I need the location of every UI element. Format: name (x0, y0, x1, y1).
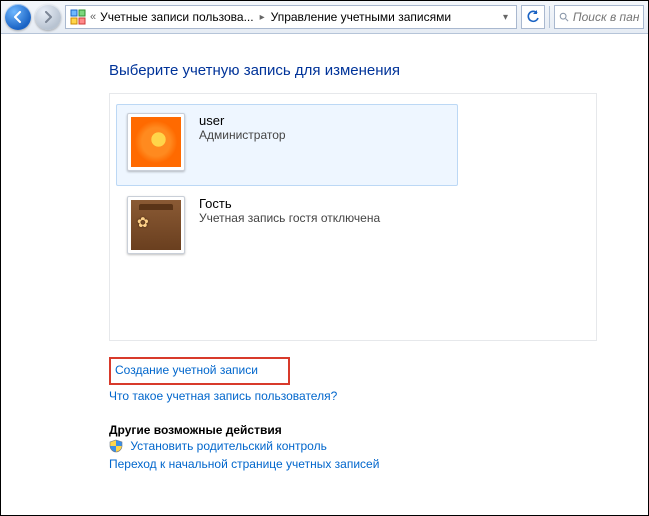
uac-shield-icon (109, 439, 123, 453)
accounts-panel: user Администратор Гость Учетная запись … (109, 93, 597, 341)
breadcrumb-dropdown-icon[interactable]: ▾ (499, 12, 512, 23)
search-input[interactable] (573, 10, 639, 24)
account-picture (127, 113, 185, 171)
search-icon (559, 11, 569, 23)
account-role: Администратор (199, 128, 286, 142)
account-name: Гость (199, 196, 380, 211)
control-panel-icon (70, 9, 86, 25)
refresh-button[interactable] (521, 5, 545, 29)
account-item-guest[interactable]: Гость Учетная запись гостя отключена (117, 190, 457, 268)
page-title: Выберите учетную запись для изменения (109, 62, 624, 79)
address-bar[interactable]: « Учетные записи пользова... ▸ Управлени… (65, 5, 517, 29)
account-status: Учетная запись гостя отключена (199, 211, 380, 225)
account-item-user[interactable]: user Администратор (116, 104, 458, 186)
breadcrumb-overflow-icon[interactable]: « (90, 11, 96, 23)
account-name: user (199, 113, 286, 128)
account-picture (127, 196, 185, 254)
highlight-annotation: Создание учетной записи (109, 357, 290, 385)
link-accounts-home[interactable]: Переход к начальной странице учетных зап… (109, 455, 379, 473)
link-what-is-account[interactable]: Что такое учетная запись пользователя? (109, 387, 337, 405)
explorer-topbar: « Учетные записи пользова... ▸ Управлени… (1, 1, 648, 34)
search-box[interactable] (554, 5, 644, 29)
back-button[interactable] (5, 4, 31, 30)
other-actions-heading: Другие возможные действия (109, 423, 624, 437)
breadcrumb-segment-1[interactable]: Учетные записи пользова... (100, 10, 253, 24)
toolbar-divider (549, 6, 550, 28)
breadcrumb-separator-icon[interactable]: ▸ (258, 12, 267, 23)
breadcrumb-segment-2[interactable]: Управление учетными записями (271, 10, 451, 24)
forward-button[interactable] (35, 4, 61, 30)
link-create-account[interactable]: Создание учетной записи (115, 361, 258, 379)
link-parental-controls[interactable]: Установить родительский контроль (130, 437, 327, 455)
